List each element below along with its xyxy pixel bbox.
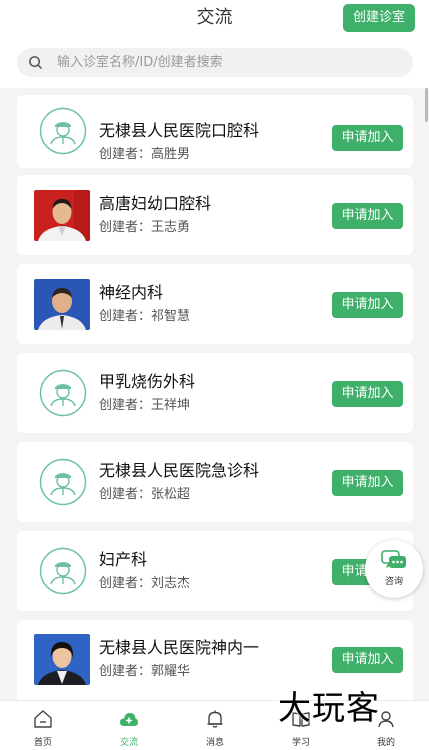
tab-messages[interactable]: 消息 (172, 701, 258, 750)
tab-label: 消息 (205, 738, 224, 748)
search-bar[interactable] (17, 48, 413, 77)
clinic-card[interactable]: 甲乳烧伤外科 创建者：王祥坤 申请加入 (17, 353, 413, 433)
doctor-logo-icon (39, 458, 87, 506)
doctor-logo-icon (39, 369, 87, 417)
clinic-card[interactable]: 无棣县人民医院口腔科 创建者：高胜男 申请加入 (17, 95, 413, 168)
join-button[interactable]: 申请加入 (332, 125, 403, 151)
clinic-creator: 创建者：王志勇 (99, 220, 191, 235)
doctor-logo-icon (39, 107, 87, 155)
clinic-name: 神经内科 (99, 283, 164, 302)
tab-exchange[interactable]: 交流 (86, 701, 172, 750)
clinic-creator: 创建者：祁智慧 (99, 309, 191, 324)
clinic-name: 无棣县人民医院口腔科 (99, 121, 260, 140)
join-button[interactable]: 申请加入 (332, 292, 403, 318)
cloud-plus-icon (120, 713, 138, 726)
clinic-name: 无棣县人民医院急诊科 (99, 461, 260, 480)
creator-photo (34, 634, 90, 685)
clinic-name: 高唐妇幼口腔科 (99, 194, 212, 213)
bell-icon (207, 710, 223, 728)
clinic-creator: 创建者：刘志杰 (99, 576, 191, 591)
clinic-card[interactable]: 无棣县人民医院急诊科 创建者：张松超 申请加入 (17, 442, 413, 522)
tab-label: 交流 (119, 738, 138, 748)
join-button[interactable]: 申请加入 (332, 203, 403, 229)
join-button[interactable]: 申请加入 (332, 647, 403, 673)
clinic-name: 妇产科 (99, 550, 148, 569)
search-icon (29, 56, 42, 69)
clinic-creator: 创建者：张松超 (99, 487, 191, 502)
home-icon (34, 710, 52, 728)
chat-bubble-icon (381, 550, 406, 568)
join-button[interactable]: 申请加入 (332, 470, 403, 496)
scrollbar[interactable] (425, 88, 428, 122)
creator-photo (34, 279, 90, 330)
doctor-logo-icon (39, 547, 87, 595)
clinic-creator: 创建者：王祥坤 (99, 398, 191, 413)
creator-photo (34, 190, 90, 241)
tab-label: 首页 (33, 738, 52, 748)
consult-button[interactable]: 咨询 (365, 540, 423, 598)
clinic-card[interactable]: 高唐妇幼口腔科 创建者：王志勇 申请加入 (17, 175, 413, 255)
clinic-card[interactable]: 妇产科 创建者：刘志杰 申请加入 (17, 531, 413, 611)
clinic-creator: 创建者：高胜男 (99, 147, 191, 162)
clinic-creator: 创建者：郭耀华 (99, 664, 191, 679)
join-button[interactable]: 申请加入 (332, 381, 403, 407)
create-clinic-button[interactable]: 创建诊室 (343, 4, 415, 32)
top-header: 交流 创建诊室 (0, 0, 429, 88)
clinic-list: 无棣县人民医院口腔科 创建者：高胜男 申请加入 高唐妇幼口腔科 创建者：王志勇 … (0, 88, 429, 700)
tab-home[interactable]: 首页 (0, 701, 86, 750)
tab-label: 学习 (291, 738, 310, 748)
watermark: 大玩客 (278, 688, 380, 727)
consult-label: 咨询 (384, 577, 403, 587)
clinic-name: 甲乳烧伤外科 (99, 372, 196, 391)
clinic-name: 无棣县人民医院神内一 (99, 638, 260, 657)
search-input[interactable] (57, 48, 397, 77)
tab-label: 我的 (376, 738, 395, 748)
clinic-card[interactable]: 神经内科 创建者：祁智慧 申请加入 (17, 264, 413, 344)
